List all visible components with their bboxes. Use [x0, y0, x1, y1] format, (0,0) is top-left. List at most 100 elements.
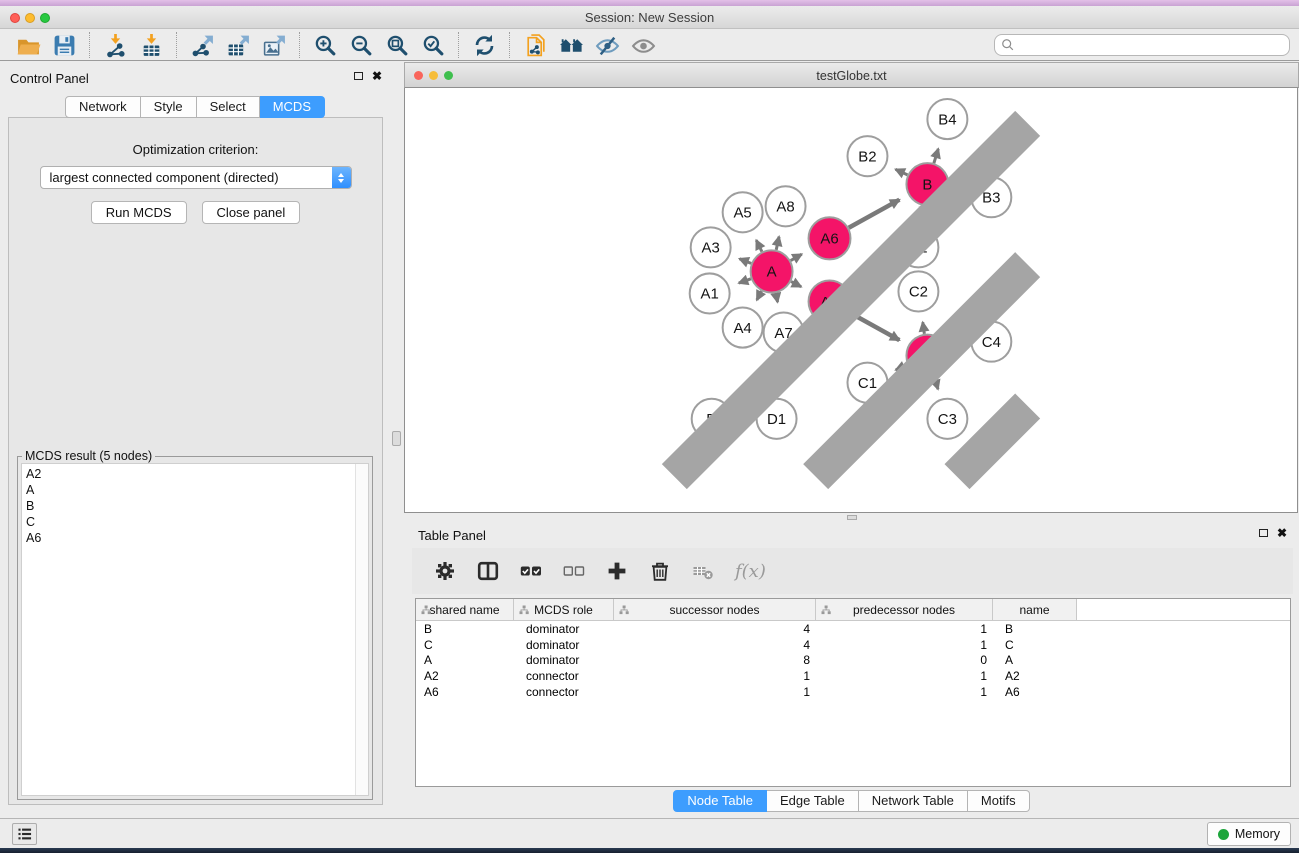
- run-mcds-button[interactable]: Run MCDS: [91, 201, 187, 224]
- export-network-icon: [190, 33, 215, 58]
- plus-button[interactable]: [604, 558, 630, 584]
- cell-MCDS-role: dominator: [514, 638, 614, 652]
- import-network-icon: [103, 33, 128, 58]
- cell-successor-nodes: 4: [614, 638, 816, 652]
- open-folder-icon: [16, 33, 41, 58]
- mcds-result-item[interactable]: A6: [22, 530, 368, 546]
- memory-label: Memory: [1235, 827, 1280, 841]
- export-table-button[interactable]: [220, 31, 256, 59]
- mcds-result-title: MCDS result (5 nodes): [22, 449, 155, 463]
- table-toolbar: f(x): [412, 548, 1293, 594]
- table-row[interactable]: Adominator80A: [416, 653, 1290, 669]
- column-header-successor-nodes[interactable]: successor nodes: [614, 599, 816, 620]
- checked-pair-button[interactable]: [518, 558, 544, 584]
- unchecked-pair-icon: [563, 560, 585, 582]
- dropdown-stepper-icon: [332, 167, 351, 188]
- tab-select[interactable]: Select: [197, 96, 260, 118]
- import-table-icon: [139, 33, 164, 58]
- mcds-result-list[interactable]: A2ABCA6: [21, 463, 369, 796]
- save-floppy-button[interactable]: [46, 31, 82, 59]
- network-canvas[interactable]: AA5A8A3A1A4A7A6A2BB2B4B3B1C2CC4C1C3DD1: [404, 88, 1298, 513]
- window-title: Session: New Session: [0, 10, 1299, 25]
- cell-shared-name: A: [416, 653, 514, 667]
- close-panel-button[interactable]: Close panel: [202, 201, 301, 224]
- checked-pair-icon: [520, 560, 542, 582]
- eye-button[interactable]: [625, 31, 661, 59]
- close-table-panel-icon[interactable]: ✖: [1277, 528, 1287, 538]
- tab-network-table[interactable]: Network Table: [859, 790, 968, 812]
- cell-predecessor-nodes: 1: [816, 685, 993, 699]
- mcds-result-item[interactable]: B: [22, 498, 368, 514]
- zoom-selected-button[interactable]: [415, 31, 451, 59]
- network-window-titlebar: testGlobe.txt: [404, 62, 1299, 88]
- table-header: shared nameMCDS rolesuccessor nodesprede…: [416, 599, 1290, 621]
- mcds-result-item[interactable]: A: [22, 482, 368, 498]
- column-header-MCDS-role[interactable]: MCDS role: [514, 599, 614, 620]
- zoom-in-button[interactable]: [307, 31, 343, 59]
- column-header-shared-name[interactable]: shared name: [416, 599, 514, 620]
- network-document-button[interactable]: [517, 31, 553, 59]
- tab-node-table[interactable]: Node Table: [673, 790, 767, 812]
- cell-name: B: [993, 622, 1077, 636]
- table-row[interactable]: A6connector11A6: [416, 684, 1290, 700]
- resize-grip-icon[interactable]: [405, 88, 1297, 512]
- hierarchy-icon: [619, 605, 629, 615]
- app-titlebar: Session: New Session: [0, 6, 1299, 29]
- export-network-button[interactable]: [184, 31, 220, 59]
- tab-edge-table[interactable]: Edge Table: [767, 790, 859, 812]
- table-row[interactable]: Cdominator41C: [416, 637, 1290, 653]
- import-table-button[interactable]: [133, 31, 169, 59]
- gear-button[interactable]: [432, 558, 458, 584]
- memory-button[interactable]: Memory: [1207, 822, 1291, 846]
- float-table-panel-icon[interactable]: [1259, 529, 1268, 537]
- gear-icon: [434, 560, 456, 582]
- zoom-out-button[interactable]: [343, 31, 379, 59]
- export-table-icon: [226, 33, 251, 58]
- toolbar-separator: [176, 32, 177, 58]
- tab-style[interactable]: Style: [141, 96, 197, 118]
- refresh-button[interactable]: [466, 31, 502, 59]
- search-input[interactable]: [1015, 38, 1289, 52]
- task-history-button[interactable]: [12, 823, 37, 845]
- column-header-predecessor-nodes[interactable]: predecessor nodes: [816, 599, 993, 620]
- memory-status-icon: [1218, 829, 1229, 840]
- open-folder-button[interactable]: [10, 31, 46, 59]
- splitter-handle[interactable]: [392, 431, 401, 446]
- function-builder-button[interactable]: f(x): [735, 561, 766, 582]
- zoom-fit-button[interactable]: [379, 31, 415, 59]
- mcds-list-scrollbar[interactable]: [355, 464, 368, 795]
- import-network-button[interactable]: [97, 31, 133, 59]
- table-body: Bdominator41BCdominator41CAdominator80AA…: [416, 621, 1290, 700]
- mcds-result-item[interactable]: A2: [22, 464, 368, 482]
- tab-network[interactable]: Network: [65, 96, 141, 118]
- control-panel-tabs: NetworkStyleSelectMCDS: [0, 96, 390, 118]
- table-delete-button[interactable]: [690, 558, 716, 584]
- vertical-splitter[interactable]: [390, 61, 404, 818]
- cell-MCDS-role: connector: [514, 669, 614, 683]
- toolbar-separator: [458, 32, 459, 58]
- cell-successor-nodes: 1: [614, 669, 816, 683]
- table-row[interactable]: A2connector11A2: [416, 668, 1290, 684]
- cell-name: A2: [993, 669, 1077, 683]
- column-header-name[interactable]: name: [993, 599, 1077, 620]
- mcds-result-item[interactable]: C: [22, 514, 368, 530]
- export-image-button[interactable]: [256, 31, 292, 59]
- split-columns-button[interactable]: [475, 558, 501, 584]
- table-row[interactable]: Bdominator41B: [416, 621, 1290, 637]
- toolbar-separator: [299, 32, 300, 58]
- tab-motifs[interactable]: Motifs: [968, 790, 1030, 812]
- eye-slash-button[interactable]: [589, 31, 625, 59]
- eye-slash-icon: [595, 33, 620, 58]
- cell-shared-name: B: [416, 622, 514, 636]
- toolbar-separator: [89, 32, 90, 58]
- cell-successor-nodes: 4: [614, 622, 816, 636]
- unchecked-pair-button[interactable]: [561, 558, 587, 584]
- double-house-button[interactable]: [553, 31, 589, 59]
- control-panel: Control Panel ✖ NetworkStyleSelectMCDS O…: [0, 61, 390, 818]
- criterion-dropdown[interactable]: largest connected component (directed): [40, 166, 352, 189]
- close-panel-icon[interactable]: ✖: [372, 71, 382, 81]
- tab-mcds[interactable]: MCDS: [260, 96, 325, 118]
- trash-button[interactable]: [647, 558, 673, 584]
- search-field[interactable]: [994, 34, 1290, 56]
- float-panel-icon[interactable]: [354, 72, 363, 80]
